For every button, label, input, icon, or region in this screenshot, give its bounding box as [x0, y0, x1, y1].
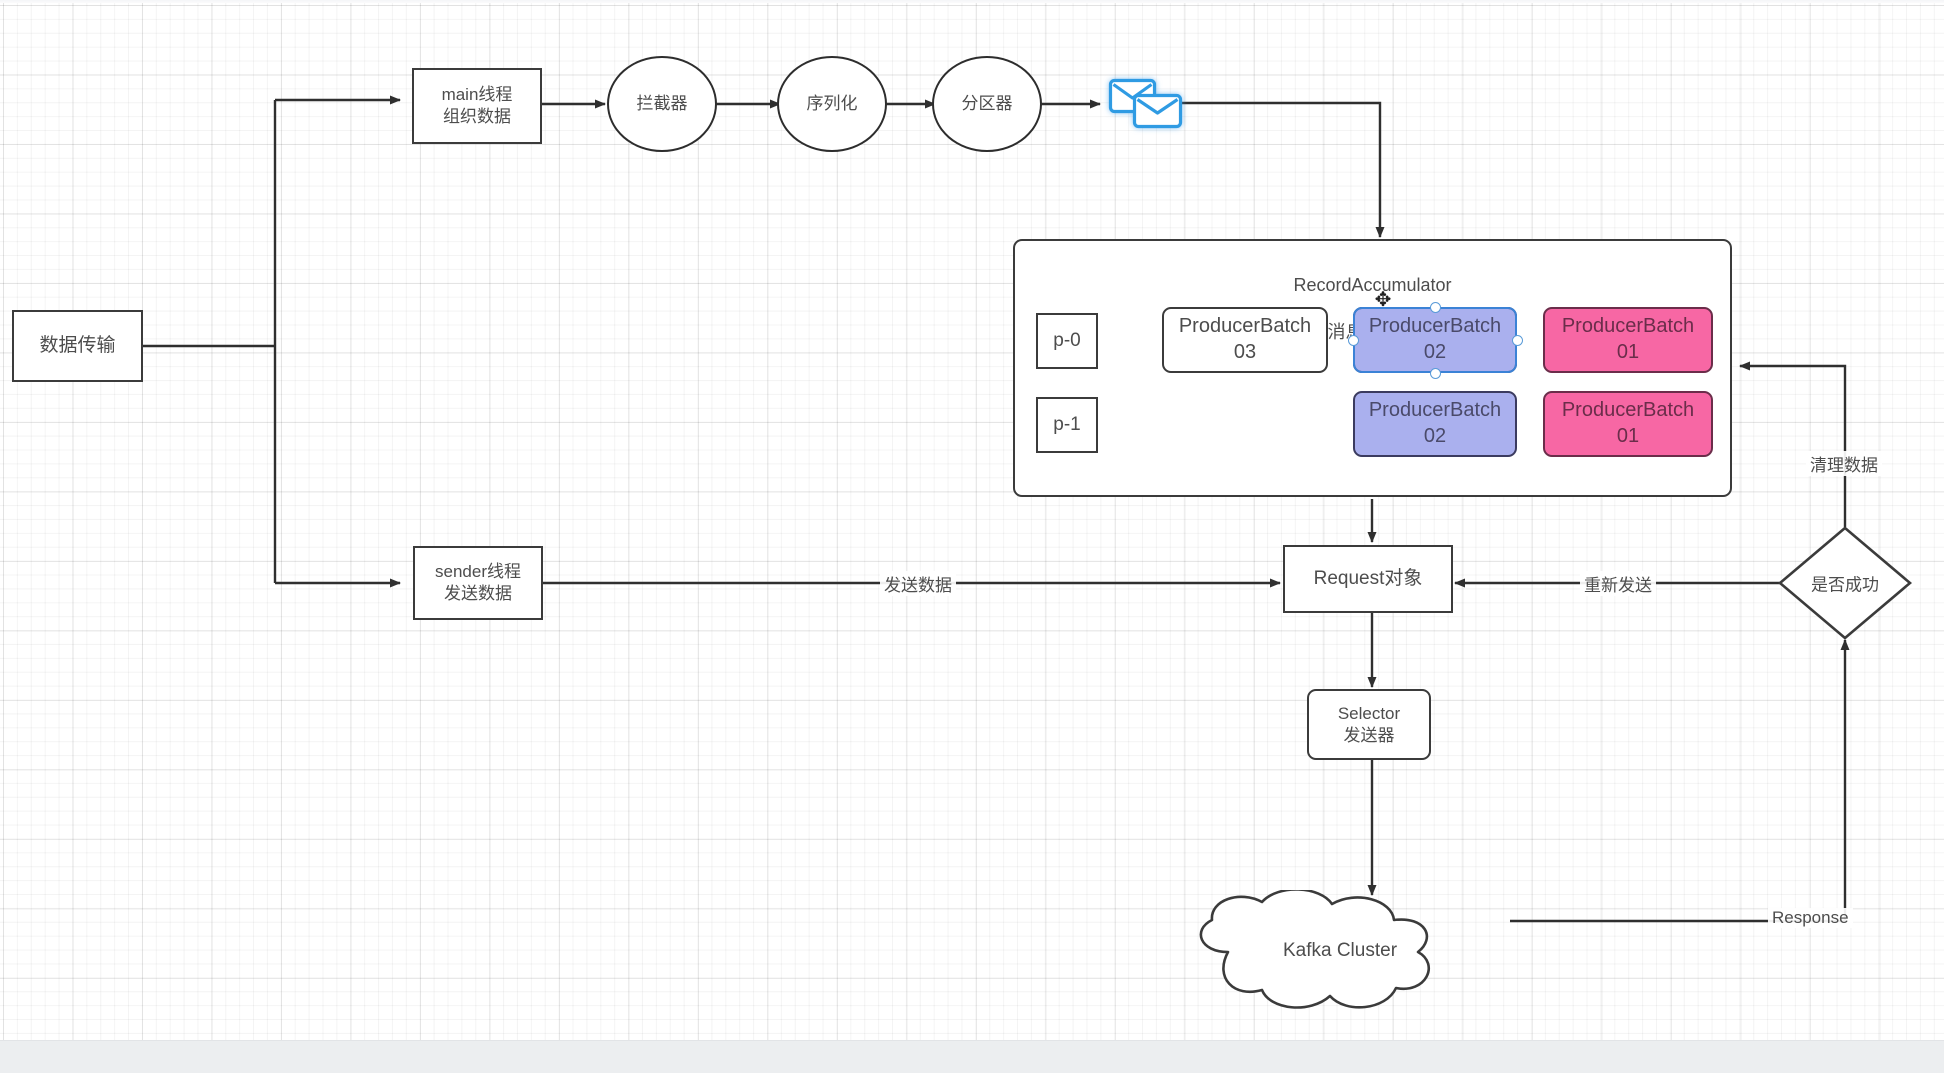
diagram-editor-window: 数据传输 main线程 组织数据 拦截器 序列化 分区器 RecordAccum… — [0, 0, 1944, 1073]
node-serializer-label: 序列化 — [806, 94, 858, 114]
node-main-thread-label: main线程 组织数据 — [441, 85, 513, 126]
diagram-canvas[interactable]: 数据传输 main线程 组织数据 拦截器 序列化 分区器 RecordAccum… — [0, 0, 1944, 1040]
node-kafka-cluster[interactable]: Kafka Cluster — [1170, 888, 1510, 1015]
producer-batch-01-row1-label: ProducerBatch 01 — [1561, 399, 1695, 447]
partition-cell-p0-label: p-0 — [1053, 329, 1081, 351]
node-selector-label: Selector 发送器 — [1337, 703, 1401, 745]
connector-layer — [143, 95, 1850, 923]
edge-label-clean-data-text: 清理数据 — [1810, 456, 1878, 475]
edge-label-response: Response — [1768, 908, 1853, 928]
edge-label-send-data-text: 发送数据 — [884, 576, 952, 595]
producer-batch-02-selected-label: ProducerBatch 02 — [1368, 315, 1502, 363]
producer-batch-03-label: ProducerBatch 03 — [1178, 315, 1312, 363]
selection-handle-bottom[interactable] — [1429, 367, 1441, 379]
node-data-transfer[interactable]: 数据传输 — [12, 310, 143, 382]
edge-label-resend: 重新发送 — [1580, 571, 1656, 596]
node-partitioner-label: 分区器 — [961, 94, 1013, 114]
node-serializer[interactable]: 序列化 — [777, 56, 887, 152]
partition-cell-p0[interactable]: p-0 — [1036, 313, 1098, 369]
node-decision-success[interactable]: 是否成功 — [1777, 525, 1913, 641]
node-interceptor[interactable]: 拦截器 — [607, 56, 717, 152]
producer-batch-02-row1[interactable]: ProducerBatch 02 — [1353, 391, 1517, 457]
move-cursor-icon: ✥ — [1374, 289, 1392, 311]
node-request-object-label: Request对象 — [1313, 567, 1423, 589]
edge-label-send-data: 发送数据 — [880, 571, 956, 596]
producer-batch-01-row0-label: ProducerBatch 01 — [1561, 315, 1695, 363]
node-interceptor-label: 拦截器 — [636, 94, 688, 114]
edge-label-resend-text: 重新发送 — [1584, 576, 1652, 595]
node-data-transfer-label: 数据传输 — [39, 334, 116, 356]
producer-batch-02-row1-label: ProducerBatch 02 — [1368, 399, 1502, 447]
node-sender-thread[interactable]: sender线程 发送数据 — [413, 546, 543, 620]
node-request-object[interactable]: Request对象 — [1283, 545, 1453, 613]
producer-batch-03[interactable]: ProducerBatch 03 — [1162, 307, 1328, 373]
canvas-top-edge — [0, 0, 1944, 3]
edge-label-response-text: Response — [1772, 908, 1849, 927]
partition-cell-p1[interactable]: p-1 — [1036, 397, 1098, 453]
selection-handle-left[interactable] — [1347, 334, 1359, 346]
message-envelopes-icon[interactable] — [1108, 78, 1184, 130]
envelope-icon — [1108, 78, 1183, 129]
edge-label-clean-data: 清理数据 — [1806, 451, 1882, 476]
node-decision-success-label: 是否成功 — [1811, 575, 1879, 595]
horizontal-scrollbar-track[interactable] — [0, 1059, 1944, 1073]
producer-batch-02-selected[interactable]: ProducerBatch 02 — [1353, 307, 1517, 373]
bottom-chrome — [0, 1040, 1944, 1073]
node-selector[interactable]: Selector 发送器 — [1307, 689, 1431, 760]
node-kafka-cluster-label: Kafka Cluster — [1282, 940, 1398, 961]
producer-batch-01-row1[interactable]: ProducerBatch 01 — [1543, 391, 1713, 457]
partition-cell-p1-label: p-1 — [1053, 413, 1081, 435]
node-partitioner[interactable]: 分区器 — [932, 56, 1042, 152]
selection-handle-right[interactable] — [1511, 334, 1523, 346]
producer-batch-01-row0[interactable]: ProducerBatch 01 — [1543, 307, 1713, 373]
node-sender-thread-label: sender线程 发送数据 — [435, 562, 521, 603]
node-main-thread[interactable]: main线程 组织数据 — [412, 68, 542, 144]
selection-handle-top[interactable] — [1429, 301, 1441, 313]
